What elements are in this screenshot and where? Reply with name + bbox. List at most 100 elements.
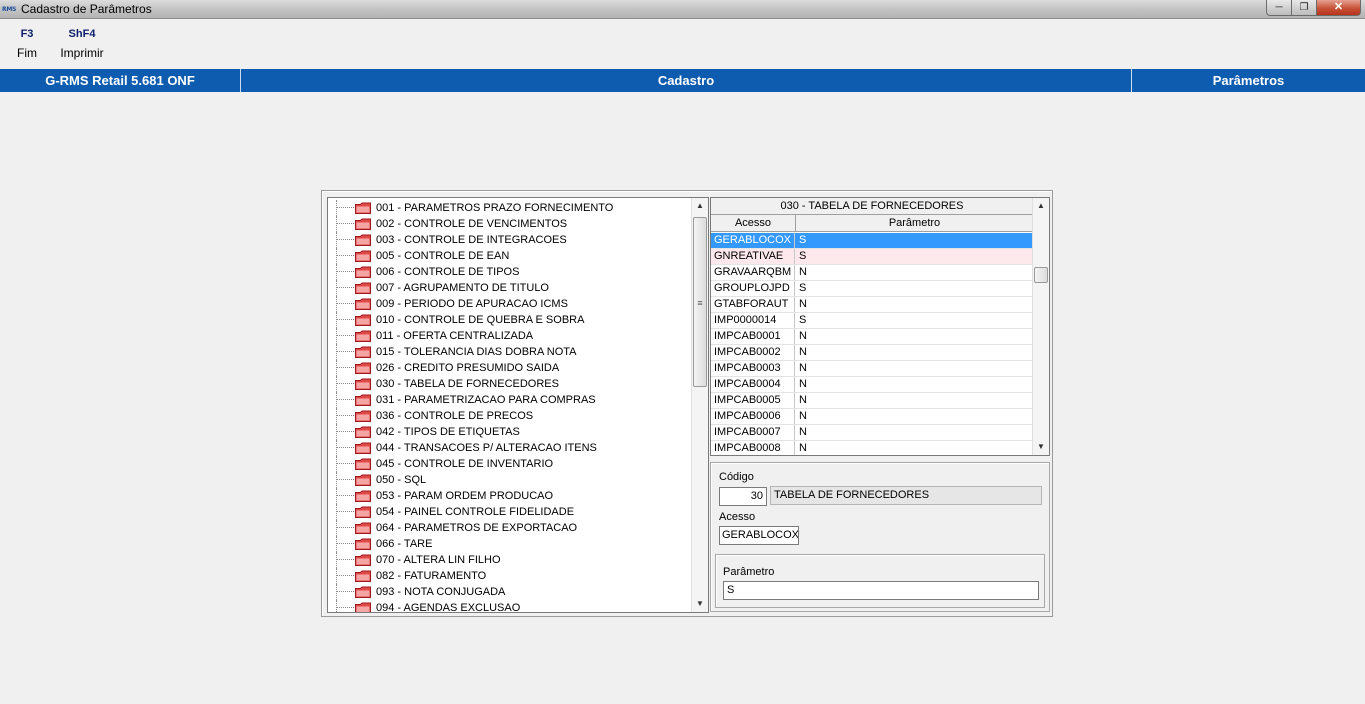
tree-item-label: 015 - TOLERANCIA DIAS DOBRA NOTA <box>376 346 577 358</box>
tree-item[interactable]: 015 - TOLERANCIA DIAS DOBRA NOTA <box>328 344 690 360</box>
minimize-button[interactable]: ─ <box>1266 0 1292 16</box>
tree-item[interactable]: 011 - OFERTA CENTRALIZADA <box>328 328 690 344</box>
folder-icon <box>355 522 371 534</box>
folder-icon <box>355 538 371 550</box>
tree-item-label: 042 - TIPOS DE ETIQUETAS <box>376 426 520 438</box>
tree-item[interactable]: 053 - PARAM ORDEM PRODUCAO <box>328 488 690 504</box>
cell-parametro: S <box>799 250 807 262</box>
fkey-fim-button[interactable]: F3 Fim <box>14 26 40 62</box>
tree-item[interactable]: 093 - NOTA CONJUGADA <box>328 584 690 600</box>
tree-item[interactable]: 070 - ALTERA LIN FILHO <box>328 552 690 568</box>
table-row[interactable]: IMPCAB0002 N <box>711 345 1033 361</box>
parameter-group-tree[interactable]: 001 - PARAMETROS PRAZO FORNECIMENTO 002 -… <box>327 197 709 613</box>
tree-connector <box>336 376 337 392</box>
cell-parametro: N <box>799 394 807 406</box>
tree-item[interactable]: 005 - CONTROLE DE EAN <box>328 248 690 264</box>
tree-item[interactable]: 064 - PARAMETROS DE EXPORTACAO <box>328 520 690 536</box>
tree-item[interactable]: 066 - TARE <box>328 536 690 552</box>
tree-connector <box>336 488 337 504</box>
tree-item[interactable]: 044 - TRANSACOES P/ ALTERACAO ITENS <box>328 440 690 456</box>
table-row[interactable]: IMPCAB0008 N <box>711 441 1033 455</box>
tree-item-label: 011 - OFERTA CENTRALIZADA <box>376 330 534 342</box>
folder-icon <box>355 378 371 390</box>
tree-item[interactable]: 003 - CONTROLE DE INTEGRACOES <box>328 232 690 248</box>
table-row[interactable]: GROUPLOJPD S <box>711 281 1033 297</box>
grid-scrollbar[interactable]: ▲ ▼ <box>1032 198 1049 455</box>
tree-item-label: 003 - CONTROLE DE INTEGRACOES <box>376 234 567 246</box>
scroll-down-icon[interactable]: ▼ <box>692 596 708 612</box>
tree-connector <box>336 335 354 336</box>
tree-item[interactable]: 030 - TABELA DE FORNECEDORES <box>328 376 690 392</box>
tree-item-label: 050 - SQL <box>376 474 427 486</box>
detail-group: Código 30 TABELA DE FORNECEDORES Acesso … <box>710 462 1050 612</box>
table-row[interactable]: IMPCAB0004 N <box>711 377 1033 393</box>
folder-icon <box>355 202 371 214</box>
tree-item-label: 053 - PARAM ORDEM PRODUCAO <box>376 490 554 502</box>
tree-item[interactable]: 045 - CONTROLE DE INVENTARIO <box>328 456 690 472</box>
tree-connector <box>336 568 337 584</box>
module-name: Cadastro <box>241 69 1132 92</box>
scroll-up-icon[interactable]: ▲ <box>692 198 708 214</box>
tree-connector <box>336 511 354 512</box>
cell-parametro: N <box>799 442 807 454</box>
folder-icon <box>355 250 371 262</box>
cell-parametro: N <box>799 266 807 278</box>
scroll-thumb[interactable]: ≡ <box>693 217 707 387</box>
cell-acesso: IMPCAB0006 <box>711 409 795 424</box>
tree-item[interactable]: 010 - CONTROLE DE QUEBRA E SOBRA <box>328 312 690 328</box>
tree-connector <box>336 536 337 552</box>
grid-body: GERABLOCOX S GNREATIVAE S GRAVAARQBM N GROUPLO… <box>711 233 1033 455</box>
folder-icon <box>355 266 371 278</box>
table-row[interactable]: IMPCAB0003 N <box>711 361 1033 377</box>
cell-parametro: S <box>799 234 807 246</box>
table-row[interactable]: GTABFORAUT N <box>711 297 1033 313</box>
tree-item[interactable]: 042 - TIPOS DE ETIQUETAS <box>328 424 690 440</box>
folder-icon <box>355 314 371 326</box>
tree-item[interactable]: 006 - CONTROLE DE TIPOS <box>328 264 690 280</box>
tree-item[interactable]: 031 - PARAMETRIZACAO PARA COMPRAS <box>328 392 690 408</box>
tree-item[interactable]: 082 - FATURAMENTO <box>328 568 690 584</box>
tree-item[interactable]: 002 - CONTROLE DE VENCIMENTOS <box>328 216 690 232</box>
maximize-button[interactable]: ❐ <box>1292 0 1317 16</box>
tree-item[interactable]: 001 - PARAMETROS PRAZO FORNECIMENTO <box>328 200 690 216</box>
tree-connector <box>336 607 354 608</box>
cell-parametro: N <box>799 362 807 374</box>
fkey-imprimir-button[interactable]: ShF4 Imprimir <box>56 26 108 62</box>
table-row[interactable]: IMP0000014 S <box>711 313 1033 329</box>
table-row[interactable]: IMPCAB0005 N <box>711 393 1033 409</box>
folder-icon <box>355 586 371 598</box>
table-row[interactable]: IMPCAB0006 N <box>711 409 1033 425</box>
tree-connector <box>336 424 337 440</box>
tree-item[interactable]: 054 - PAINEL CONTROLE FIDELIDADE <box>328 504 690 520</box>
cell-acesso: IMPCAB0004 <box>711 377 795 392</box>
close-button[interactable]: ✕ <box>1317 0 1361 16</box>
tree-item[interactable]: 026 - CREDITO PRESUMIDO SAIDA <box>328 360 690 376</box>
column-header-acesso[interactable]: Acesso <box>711 215 796 231</box>
tree-item[interactable]: 036 - CONTROLE DE PRECOS <box>328 408 690 424</box>
scroll-thumb[interactable] <box>1034 267 1048 283</box>
tree-item[interactable]: 009 - PERIODO DE APURACAO ICMS <box>328 296 690 312</box>
table-row[interactable]: GNREATIVAE S <box>711 249 1033 265</box>
scroll-down-icon[interactable]: ▼ <box>1033 439 1049 455</box>
tree-connector <box>336 248 337 264</box>
tree-connector <box>336 479 354 480</box>
scroll-up-icon[interactable]: ▲ <box>1033 198 1049 214</box>
codigo-description-field: TABELA DE FORNECEDORES <box>770 486 1042 505</box>
parametro-field[interactable]: S <box>723 581 1039 600</box>
codigo-field[interactable]: 30 <box>719 487 767 506</box>
tree-item[interactable]: 050 - SQL <box>328 472 690 488</box>
fkey-code: F3 <box>20 28 34 40</box>
column-header-parametro[interactable]: Parâmetro <box>796 215 1033 231</box>
table-row[interactable]: GERABLOCOX S <box>711 233 1033 249</box>
tree-item[interactable]: 094 - AGENDAS EXCLUSAO <box>328 600 690 612</box>
table-row[interactable]: IMPCAB0001 N <box>711 329 1033 345</box>
folder-icon <box>355 282 371 294</box>
table-row[interactable]: IMPCAB0007 N <box>711 425 1033 441</box>
acesso-field[interactable]: GERABLOCOX <box>719 526 799 545</box>
folder-icon <box>355 410 371 422</box>
tree-scrollbar[interactable]: ▲ ≡ ▼ <box>691 198 708 612</box>
tree-connector <box>336 232 337 248</box>
tree-item[interactable]: 007 - AGRUPAMENTO DE TITULO <box>328 280 690 296</box>
table-row[interactable]: GRAVAARQBM N <box>711 265 1033 281</box>
parameter-grid[interactable]: 030 - TABELA DE FORNECEDORES Acesso Parâ… <box>710 197 1050 456</box>
